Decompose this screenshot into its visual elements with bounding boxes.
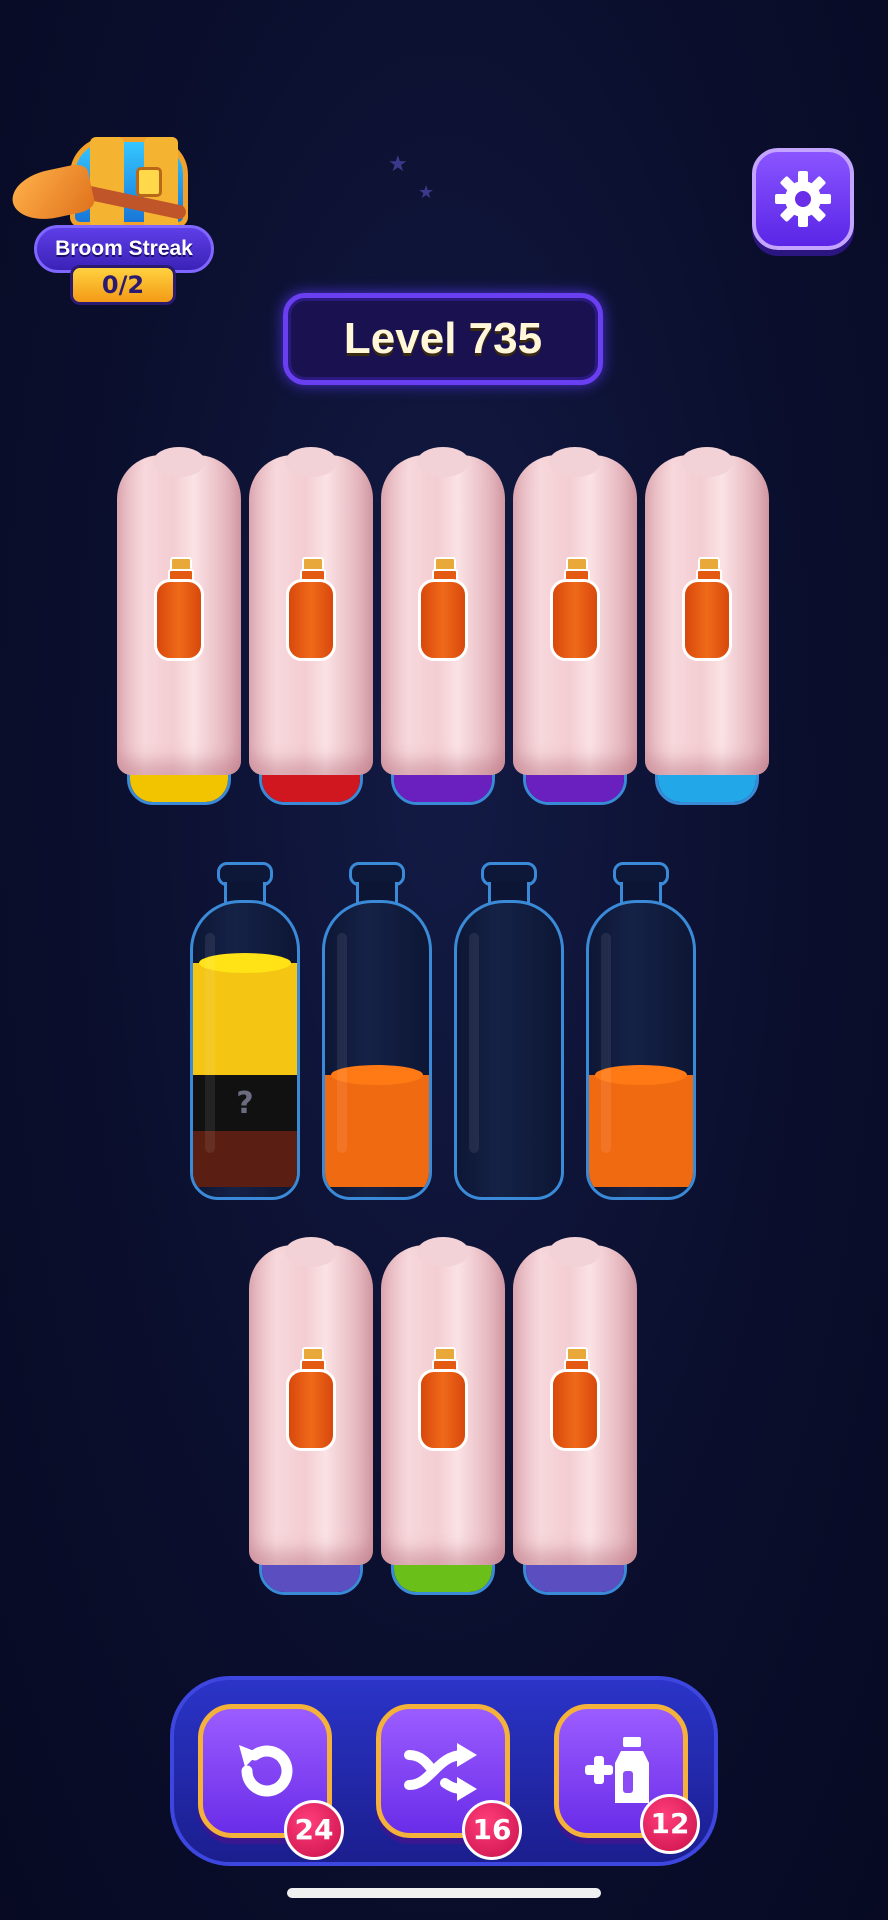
covered-bottle[interactable] [249, 1237, 373, 1595]
bottle[interactable]: ? [190, 862, 300, 1202]
cloth-cover [513, 1237, 637, 1565]
covered-bottle[interactable] [249, 447, 373, 805]
covered-bottle[interactable] [513, 1237, 637, 1595]
cloth-cover [117, 447, 241, 775]
potion-icon [682, 557, 732, 661]
streak-label: Broom Streak [55, 237, 193, 260]
level-label: Level 735 [343, 314, 543, 363]
add-bottle-count-badge: 12 [640, 1794, 700, 1854]
covered-bottle[interactable] [381, 1237, 505, 1595]
bottle-glass [322, 900, 432, 1200]
chest-lock-icon [136, 167, 162, 197]
undo-icon [239, 1745, 293, 1797]
star-decoration: ★ [418, 182, 435, 203]
bottle[interactable] [586, 862, 696, 1202]
cloth-cover [381, 1237, 505, 1565]
chest-band [90, 137, 124, 229]
bottle-glass [454, 900, 564, 1200]
covered-bottle[interactable] [645, 447, 769, 805]
cloth-cover [513, 447, 637, 775]
cloth-cover [249, 447, 373, 775]
shuffle-icon [404, 1743, 477, 1801]
bottle-glass: ? [190, 900, 300, 1200]
level-indicator: Level 735 [283, 293, 603, 385]
gear-icon [775, 171, 831, 227]
cloth-cover [249, 1237, 373, 1565]
star-decoration: ★ [388, 152, 408, 177]
home-indicator[interactable] [287, 1888, 601, 1898]
bottle[interactable] [322, 862, 432, 1202]
potion-icon [286, 1347, 336, 1451]
cloth-cover [381, 447, 505, 775]
potion-icon [286, 557, 336, 661]
undo-count-badge: 24 [284, 1800, 344, 1860]
covered-bottle[interactable] [381, 447, 505, 805]
broom-streak-widget[interactable]: Broom Streak 0/2 [7, 115, 214, 305]
potion-icon [418, 1347, 468, 1451]
potion-icon [418, 557, 468, 661]
covered-bottle[interactable] [513, 447, 637, 805]
covered-bottle[interactable] [117, 447, 241, 805]
bottle-glass [586, 900, 696, 1200]
settings-button[interactable] [752, 148, 854, 250]
cloth-cover [645, 447, 769, 775]
streak-count: 0/2 [70, 265, 176, 305]
potion-icon [154, 557, 204, 661]
hidden-segment-label: ? [236, 1085, 254, 1121]
potion-icon [550, 1347, 600, 1451]
potion-icon [550, 557, 600, 661]
bottle[interactable] [454, 862, 564, 1202]
shuffle-count-badge: 16 [462, 1800, 522, 1860]
